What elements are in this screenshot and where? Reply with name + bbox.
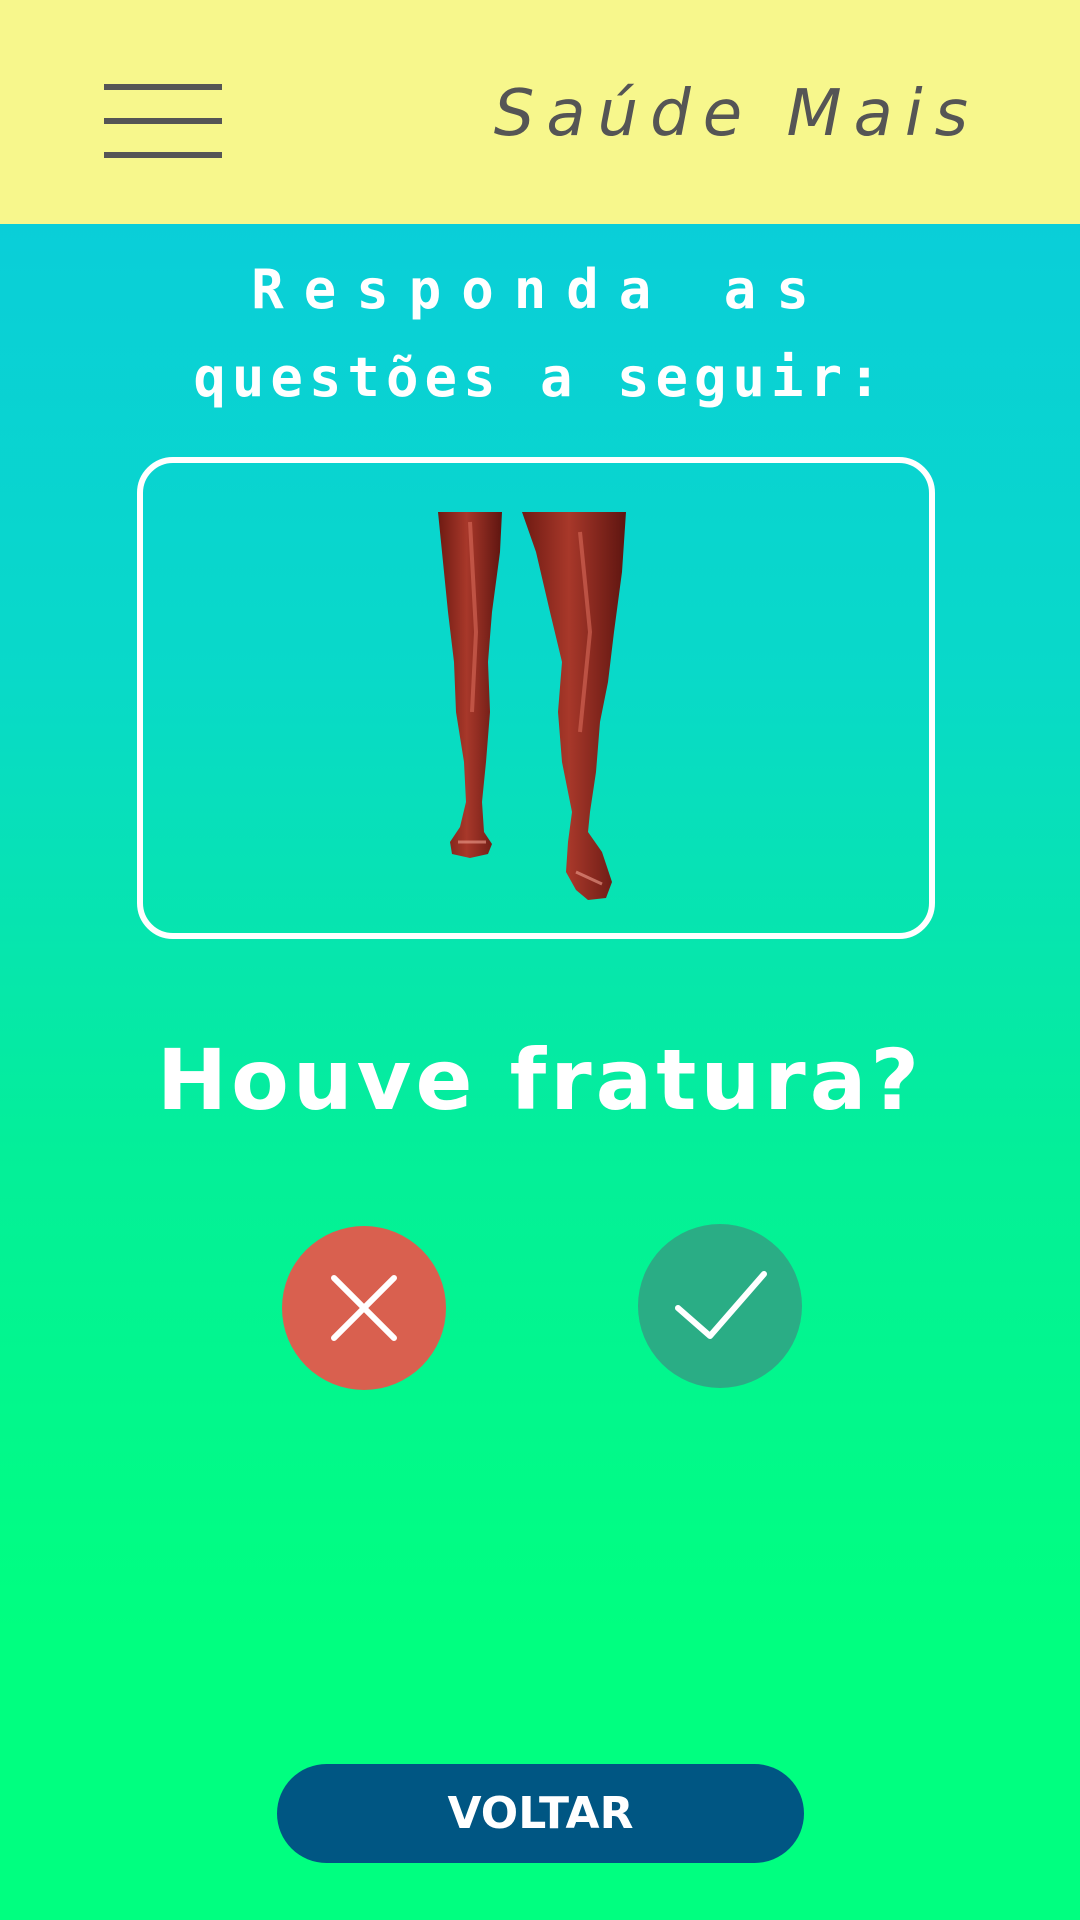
app-title: Saúde Mais bbox=[493, 77, 980, 151]
close-icon bbox=[331, 1275, 397, 1341]
instruction-line-1: Responda as bbox=[251, 258, 829, 321]
menu-bar bbox=[104, 84, 222, 90]
app-header: Saúde Mais bbox=[0, 0, 1080, 224]
app-screen: Saúde Mais Responda as questões a seguir… bbox=[0, 0, 1080, 1920]
answer-yes-button[interactable] bbox=[638, 1224, 802, 1388]
menu-bar bbox=[104, 118, 222, 124]
answer-no-button[interactable] bbox=[282, 1226, 446, 1390]
instruction-line-2: questões a seguir: bbox=[193, 346, 887, 409]
hamburger-menu-icon[interactable] bbox=[104, 84, 222, 158]
question-text: Houve fratura? bbox=[156, 1031, 924, 1129]
back-button[interactable]: VOLTAR bbox=[277, 1764, 804, 1863]
check-icon bbox=[675, 1271, 767, 1339]
legs-anatomy-image bbox=[438, 512, 626, 900]
menu-bar bbox=[104, 152, 222, 158]
instruction-text: Responda as questões a seguir: bbox=[0, 246, 1080, 422]
